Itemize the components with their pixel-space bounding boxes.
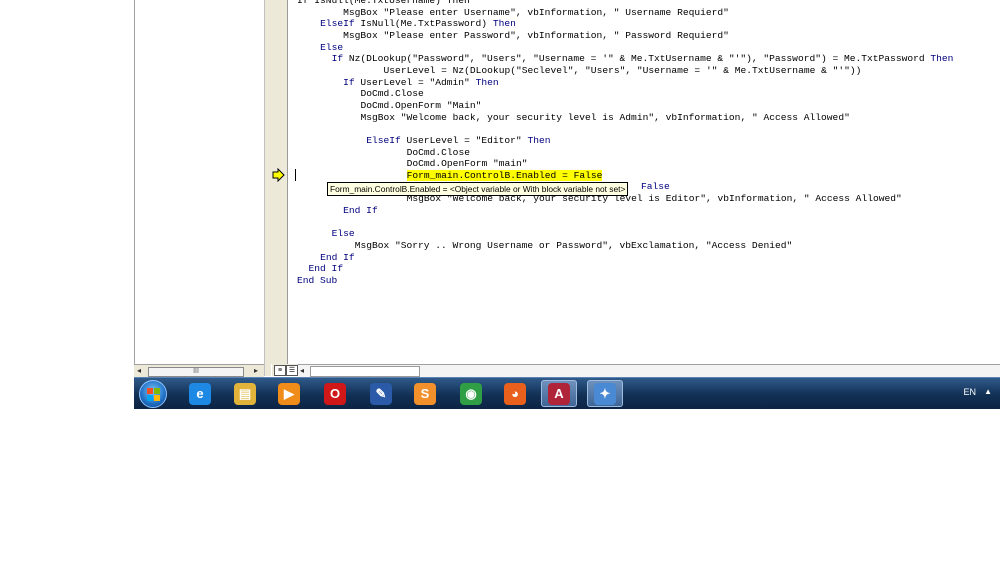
- taskbar-button-paint[interactable]: ✦: [587, 380, 623, 407]
- windows-logo-icon: [147, 388, 153, 394]
- sublime-text-icon: S: [414, 382, 436, 405]
- code-line[interactable]: End Sub: [297, 275, 337, 287]
- code-keyword: Then: [492, 18, 516, 30]
- code-line[interactable]: MsgBox "Sorry .. Wrong Username or Passw…: [355, 240, 793, 252]
- file-explorer-icon: ▤: [234, 382, 256, 405]
- input-language-indicator[interactable]: EN: [963, 387, 976, 397]
- code-text: MsgBox "Sorry .. Wrong Username or Passw…: [354, 239, 793, 251]
- scroll-right-arrow-icon[interactable]: ▸: [254, 366, 258, 376]
- windows-taskbar: EN ▲ e ▤ ▶ O ✎ S ◉ ◕ A ✦: [134, 377, 1000, 409]
- full-module-view-icon[interactable]: ☰: [286, 365, 298, 376]
- code-line[interactable]: If UserLevel = "Admin" Then: [343, 77, 498, 89]
- start-button[interactable]: [139, 380, 167, 408]
- scroll-left-arrow-icon[interactable]: ◂: [137, 366, 141, 376]
- code-keyword: End Sub: [297, 274, 338, 286]
- view-toggle-buttons: ≡ ☰: [272, 364, 298, 376]
- code-text: If IsNull(Me.TxtUsername) Then: [297, 0, 470, 6]
- code-line[interactable]: If Nz(DLookup("Password", "Users", "User…: [332, 53, 954, 65]
- code-text: DoCmd.OpenForm "Main": [360, 99, 482, 111]
- procedure-view-icon[interactable]: ≡: [274, 365, 286, 376]
- firefox-icon: ◕: [504, 382, 526, 405]
- code-line[interactable]: MsgBox "Please enter Username", vbInform…: [343, 7, 729, 19]
- code-text: UserLevel = "Admin": [354, 76, 476, 88]
- code-keyword: Else: [331, 228, 355, 240]
- code-line[interactable]: DoCmd.Close: [407, 147, 470, 159]
- taskbar-button-firefox[interactable]: ◕: [497, 380, 533, 407]
- code-line[interactable]: End If: [320, 252, 355, 264]
- code-keyword: If: [331, 53, 344, 65]
- ms-access-icon: A: [548, 382, 570, 405]
- code-keyword: End If: [308, 263, 344, 275]
- code-line[interactable]: Else: [320, 42, 343, 54]
- opera-icon: O: [324, 382, 346, 405]
- internet-explorer-icon: e: [189, 382, 211, 405]
- taskbar-button-opera[interactable]: O: [317, 380, 353, 407]
- code-line[interactable]: DoCmd.Close: [360, 88, 423, 100]
- code-line[interactable]: Else: [332, 228, 355, 240]
- scrollbar-thumb[interactable]: III: [148, 367, 244, 377]
- code-keyword: ElseIf: [320, 18, 355, 30]
- code-text: UserLevel = "Editor": [400, 134, 528, 146]
- code-line[interactable]: End If: [309, 263, 344, 275]
- code-keyword: End If: [320, 251, 355, 263]
- code-text: MsgBox "Welcome back, your security leve…: [360, 111, 850, 123]
- show-hidden-icons-arrow-icon[interactable]: ▲: [984, 387, 992, 396]
- code-line[interactable]: UserLevel = Nz(DLookup("Seclevel", "User…: [384, 65, 862, 77]
- data-tip-tooltip: Form_main.ControlB.Enabled = <Object var…: [327, 182, 629, 196]
- code-text: IsNull(Me.TxtPassword): [354, 18, 493, 30]
- code-text: UserLevel = Nz(DLookup("Seclevel", "User…: [383, 64, 862, 76]
- media-player-icon: ▶: [278, 382, 300, 405]
- scroll-left-arrow-icon[interactable]: ◂: [300, 366, 304, 376]
- taskbar-button-file-explorer[interactable]: ▤: [227, 380, 263, 407]
- code-keyword: Then: [475, 76, 499, 88]
- taskbar-button-media-player[interactable]: ▶: [271, 380, 307, 407]
- code-keyword: Then: [527, 134, 551, 146]
- code-line[interactable]: ElseIf UserLevel = "Editor" Then: [366, 135, 550, 147]
- code-keyword: Else: [320, 41, 344, 53]
- taskbar-button-sublime-text[interactable]: S: [407, 380, 443, 407]
- code-text: DoCmd.Close: [406, 146, 470, 158]
- code-line[interactable]: DoCmd.OpenForm "Main": [360, 100, 481, 112]
- code-text: DoCmd.Close: [360, 88, 424, 100]
- code-keyword: End If: [343, 204, 378, 216]
- code-keyword: If: [343, 76, 355, 88]
- taskbar-button-chrome[interactable]: ◉: [453, 380, 489, 407]
- project-panel-horizontal-scrollbar[interactable]: ◂ III ▸: [134, 364, 264, 377]
- code-line[interactable]: ElseIf IsNull(Me.TxtPassword) Then: [320, 18, 516, 30]
- code-text: MsgBox "Please enter Username", vbInform…: [343, 6, 729, 18]
- code-text: Nz(DLookup("Password", "Users", "Usernam…: [343, 53, 931, 65]
- project-explorer-panel: [134, 0, 265, 364]
- windows-logo-icon: [147, 395, 153, 401]
- chrome-icon: ◉: [460, 382, 482, 405]
- code-text-behind-tooltip: False: [641, 181, 670, 192]
- code-keyword: Then: [930, 53, 954, 65]
- scrollbar-thumb[interactable]: [310, 366, 420, 377]
- code-text: DoCmd.OpenForm "main": [406, 158, 528, 170]
- execution-point-arrow-icon: [272, 168, 285, 182]
- code-line[interactable]: End If: [343, 205, 378, 217]
- taskbar-button-ms-access[interactable]: A: [541, 380, 577, 407]
- text-caret: [295, 169, 296, 181]
- code-margin-indicator-bar[interactable]: [270, 0, 288, 364]
- app-blue-icon: ✎: [370, 382, 392, 405]
- code-line[interactable]: MsgBox "Welcome back, your security leve…: [360, 112, 849, 124]
- code-keyword: ElseIf: [366, 134, 401, 146]
- taskbar-button-app-blue[interactable]: ✎: [363, 380, 399, 407]
- code-horizontal-scrollbar[interactable]: ◂: [298, 364, 1000, 377]
- windows-logo-icon: [154, 388, 160, 394]
- current-statement-highlight: Form_main.ControlB.Enabled = False: [406, 169, 603, 181]
- code-line[interactable]: Form_main.ControlB.Enabled = False: [406, 169, 603, 182]
- paint-icon: ✦: [594, 382, 616, 405]
- taskbar-button-internet-explorer[interactable]: e: [182, 380, 218, 407]
- code-line[interactable]: MsgBox "Please enter Password", vbInform…: [343, 30, 729, 42]
- code-text: MsgBox "Please enter Password", vbInform…: [343, 29, 729, 41]
- code-line[interactable]: DoCmd.OpenForm "main": [407, 158, 528, 170]
- windows-logo-icon: [154, 395, 160, 401]
